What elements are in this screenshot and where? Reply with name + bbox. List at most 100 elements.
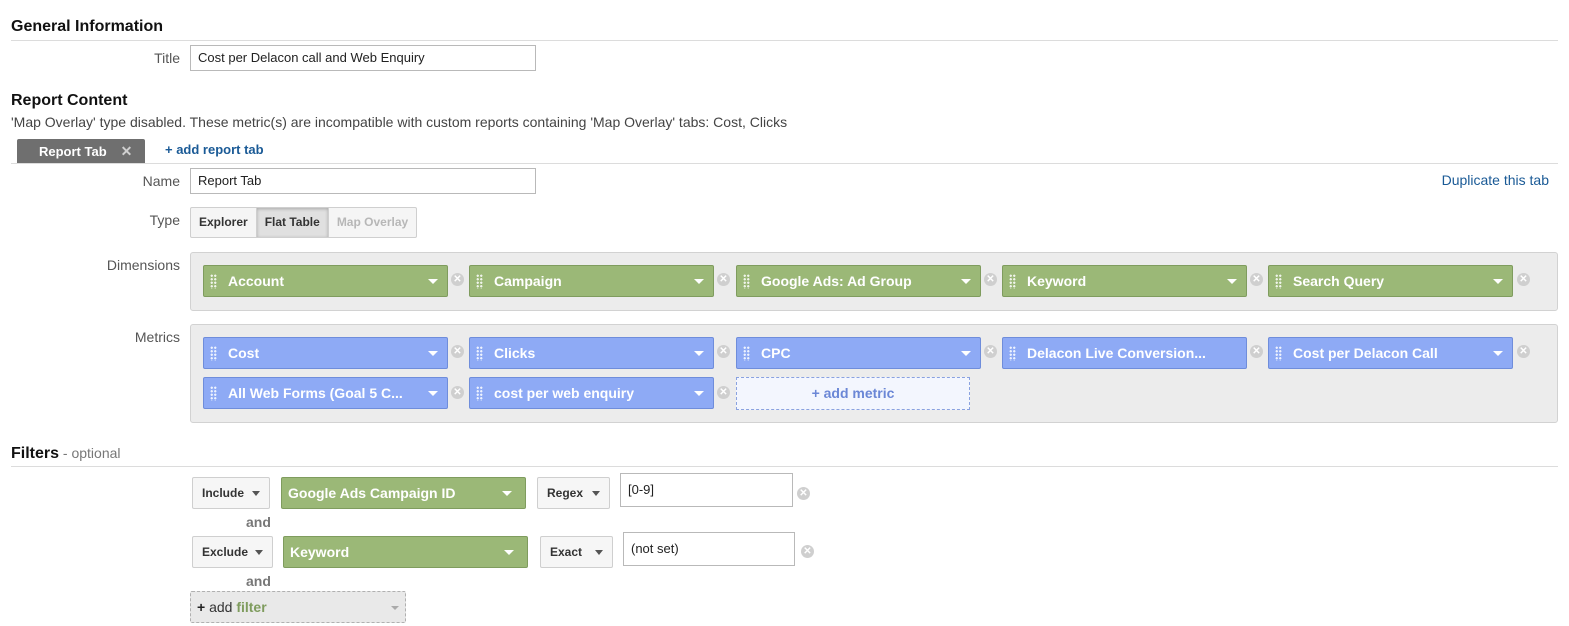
add-report-tab-link[interactable]: + add report tab bbox=[165, 142, 264, 157]
chip-label: Keyword bbox=[1027, 273, 1087, 289]
remove-icon[interactable]: ✕ bbox=[451, 386, 464, 399]
remove-filter-icon[interactable]: ✕ bbox=[797, 487, 810, 500]
remove-icon[interactable]: ✕ bbox=[1517, 273, 1530, 286]
add-filter-word: filter bbox=[236, 599, 267, 615]
filter-match-select[interactable]: Regex bbox=[537, 477, 610, 509]
type-flat-table-button[interactable]: Flat Table bbox=[256, 208, 329, 237]
caret-down-icon[interactable] bbox=[1493, 279, 1503, 284]
metric-chip-cpc[interactable]: CPC bbox=[736, 337, 981, 369]
remove-icon[interactable]: ✕ bbox=[451, 345, 464, 358]
dimension-chip-search-query[interactable]: Search Query bbox=[1268, 265, 1513, 297]
filters-title: Filters bbox=[11, 445, 60, 462]
filter-mode-select[interactable]: Exclude bbox=[192, 536, 273, 568]
dimension-chip-campaign[interactable]: Campaign bbox=[469, 265, 714, 297]
metric-chip-cost[interactable]: Cost bbox=[203, 337, 448, 369]
title-input[interactable]: Cost per Delacon call and Web Enquiry bbox=[190, 45, 536, 71]
type-selector: Explorer Flat Table Map Overlay bbox=[190, 207, 418, 238]
caret-down-icon[interactable] bbox=[428, 279, 438, 284]
chip-label: Delacon Live Conversion... bbox=[1027, 345, 1206, 361]
remove-icon[interactable]: ✕ bbox=[1250, 345, 1263, 358]
drag-handle-icon[interactable] bbox=[1275, 274, 1282, 289]
caret-down-icon bbox=[391, 606, 399, 610]
filter-dimension-chip[interactable]: Keyword bbox=[283, 536, 528, 568]
chip-label: Cost bbox=[228, 345, 260, 361]
select-value: Exclude bbox=[202, 545, 249, 559]
drag-handle-icon[interactable] bbox=[210, 386, 217, 401]
caret-down-icon[interactable] bbox=[694, 351, 704, 356]
caret-down-icon[interactable] bbox=[694, 279, 704, 284]
chip-label: Campaign bbox=[494, 273, 562, 289]
remove-icon[interactable]: ✕ bbox=[1517, 345, 1530, 358]
metric-chip-all-web-forms[interactable]: All Web Forms (Goal 5 C... bbox=[203, 377, 448, 409]
title-label: Title bbox=[154, 50, 180, 66]
metric-chip-cost-per-delacon-call[interactable]: Cost per Delacon Call bbox=[1268, 337, 1513, 369]
tab-label: Report Tab bbox=[39, 144, 107, 159]
caret-down-icon bbox=[502, 491, 512, 496]
type-explorer-button[interactable]: Explorer bbox=[191, 208, 257, 237]
remove-icon[interactable]: ✕ bbox=[451, 273, 464, 286]
add-filter-add: add bbox=[209, 599, 233, 615]
and-label: and bbox=[246, 514, 271, 530]
drag-handle-icon[interactable] bbox=[1275, 346, 1282, 361]
drag-handle-icon[interactable] bbox=[1009, 274, 1016, 289]
dimension-chip-keyword[interactable]: Keyword bbox=[1002, 265, 1247, 297]
filter-dimension-chip[interactable]: Google Ads Campaign ID bbox=[281, 477, 526, 509]
filters-heading: Filters - optional bbox=[11, 445, 121, 463]
filter-value-input[interactable]: (not set) bbox=[623, 532, 795, 566]
add-filter-button[interactable]: + add filter bbox=[190, 591, 406, 623]
remove-icon[interactable]: ✕ bbox=[717, 273, 730, 286]
add-metric-button[interactable]: + add metric bbox=[736, 377, 970, 410]
duplicate-tab-link[interactable]: Duplicate this tab bbox=[1442, 172, 1549, 188]
chip-label: Keyword bbox=[290, 544, 350, 560]
type-label: Type bbox=[149, 212, 180, 228]
caret-down-icon[interactable] bbox=[961, 279, 971, 284]
remove-icon[interactable]: ✕ bbox=[1250, 273, 1263, 286]
tab-name-input[interactable]: Report Tab bbox=[190, 168, 536, 194]
close-tab-icon[interactable]: ✕ bbox=[121, 143, 133, 159]
drag-handle-icon[interactable] bbox=[476, 274, 483, 289]
chip-label: cost per web enquiry bbox=[494, 385, 635, 401]
filter-value-input[interactable]: [0-9] bbox=[620, 473, 793, 507]
drag-handle-icon[interactable] bbox=[476, 386, 483, 401]
drag-handle-icon[interactable] bbox=[210, 346, 217, 361]
remove-icon[interactable]: ✕ bbox=[984, 345, 997, 358]
caret-down-icon[interactable] bbox=[428, 391, 438, 396]
metric-chip-cost-per-web-enquiry[interactable]: cost per web enquiry bbox=[469, 377, 714, 409]
and-label: and bbox=[246, 573, 271, 589]
map-overlay-notice: 'Map Overlay' type disabled. These metri… bbox=[11, 114, 788, 130]
drag-handle-icon[interactable] bbox=[743, 346, 750, 361]
filter-mode-select[interactable]: Include bbox=[192, 477, 270, 509]
remove-icon[interactable]: ✕ bbox=[717, 345, 730, 358]
caret-down-icon[interactable] bbox=[1227, 279, 1237, 284]
chip-label: Clicks bbox=[494, 345, 536, 361]
drag-handle-icon[interactable] bbox=[476, 346, 483, 361]
caret-down-icon bbox=[592, 491, 600, 496]
drag-handle-icon[interactable] bbox=[743, 274, 750, 289]
select-value: Exact bbox=[550, 545, 583, 559]
chip-label: CPC bbox=[761, 345, 791, 361]
caret-down-icon[interactable] bbox=[694, 391, 704, 396]
remove-icon[interactable]: ✕ bbox=[717, 386, 730, 399]
remove-filter-icon[interactable]: ✕ bbox=[801, 545, 814, 558]
drag-handle-icon[interactable] bbox=[210, 274, 217, 289]
remove-icon[interactable]: ✕ bbox=[984, 273, 997, 286]
drag-handle-icon[interactable] bbox=[1009, 346, 1016, 361]
metric-chip-clicks[interactable]: Clicks bbox=[469, 337, 714, 369]
divider bbox=[11, 40, 1558, 41]
caret-down-icon[interactable] bbox=[428, 351, 438, 356]
metrics-label: Metrics bbox=[134, 329, 180, 345]
dimension-chip-account[interactable]: Account bbox=[203, 265, 448, 297]
chip-label: Account bbox=[228, 273, 284, 289]
caret-down-icon bbox=[252, 491, 260, 496]
caret-down-icon bbox=[595, 550, 603, 555]
filters-divider bbox=[11, 466, 1558, 467]
metric-chip-delacon-conversions[interactable]: Delacon Live Conversion... bbox=[1002, 337, 1247, 369]
filter-match-select[interactable]: Exact bbox=[540, 536, 613, 568]
caret-down-icon[interactable] bbox=[1493, 351, 1503, 356]
caret-down-icon bbox=[255, 550, 263, 555]
caret-down-icon[interactable] bbox=[961, 351, 971, 356]
name-label: Name bbox=[142, 173, 180, 189]
tab-report-tab[interactable]: Report Tab ✕ bbox=[17, 139, 145, 163]
dimension-chip-ad-group[interactable]: Google Ads: Ad Group bbox=[736, 265, 981, 297]
report-content-heading: Report Content bbox=[11, 92, 128, 109]
